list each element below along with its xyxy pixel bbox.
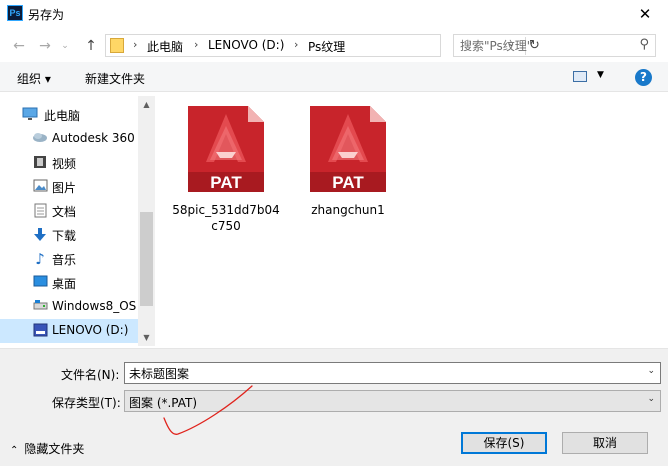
help-icon[interactable]: ? xyxy=(635,69,652,86)
nav-item-downloads[interactable]: 下载 xyxy=(0,223,138,247)
filetype-value: 图案 (*.PAT) xyxy=(129,396,198,410)
pat-badge: PAT xyxy=(210,173,242,192)
filename-input[interactable] xyxy=(125,363,635,383)
desktop-icon xyxy=(32,275,48,291)
nav-item-windows8-os[interactable]: Windows8_OS xyxy=(0,295,138,319)
computer-icon xyxy=(22,107,38,123)
forward-button[interactable]: → xyxy=(35,36,55,56)
file-name: zhangchun1 xyxy=(311,203,385,217)
chevron-down-icon[interactable]: ⌄ xyxy=(647,366,655,376)
photoshop-app-icon: Ps xyxy=(7,5,23,21)
music-icon: ♪ xyxy=(35,250,45,268)
nav-item-lenovo-d[interactable]: LENOVO (D:) xyxy=(0,319,138,343)
nav-item-label: 桌面 xyxy=(52,277,77,291)
scrollbar-thumb[interactable] xyxy=(140,212,153,306)
breadcrumb-separator[interactable]: › xyxy=(133,38,137,51)
cancel-button[interactable]: 取消 xyxy=(562,432,648,454)
breadcrumb-this-pc[interactable]: 此电脑 xyxy=(147,38,183,55)
address-row: ← → ⌄ ↑ › 此电脑 › LENOVO (D:) › Ps纹理 ⌄ ↻ ⚲ xyxy=(0,30,668,62)
cloud-icon xyxy=(32,131,48,147)
title-bar: Ps 另存为 ✕ xyxy=(0,0,668,30)
save-button[interactable]: 保存(S) xyxy=(461,432,547,454)
nav-item-this-pc[interactable]: 此电脑 xyxy=(0,103,138,127)
nav-item-documents[interactable]: 文档 xyxy=(0,199,138,223)
chevron-up-icon: ⌃ xyxy=(10,445,19,456)
file-item[interactable]: PAT 58pic_531dd7b04c750 xyxy=(171,104,281,234)
filename-label: 文件名(N): xyxy=(61,368,120,382)
scroll-down-icon[interactable]: ▼ xyxy=(138,329,155,346)
nav-item-label: Windows8_OS xyxy=(52,299,137,313)
command-bar: 组织 ▾ 新建文件夹 ▼ ? xyxy=(0,62,668,92)
pat-file-icon: PAT xyxy=(308,104,388,194)
search-icon[interactable]: ⚲ xyxy=(639,37,649,52)
view-dropdown-icon[interactable]: ▼ xyxy=(597,70,604,80)
filetype-select[interactable]: 图案 (*.PAT) ⌄ xyxy=(124,390,661,412)
scroll-up-icon[interactable]: ▲ xyxy=(138,96,155,113)
filename-field[interactable]: ⌄ xyxy=(124,362,661,384)
breadcrumb-lenovo-drive[interactable]: LENOVO (D:) xyxy=(208,38,284,52)
pat-badge: PAT xyxy=(332,173,364,192)
search-input[interactable] xyxy=(454,35,629,56)
breadcrumb-separator[interactable]: › xyxy=(194,38,198,51)
nav-item-label: 图片 xyxy=(52,181,77,195)
close-button[interactable]: ✕ xyxy=(622,0,668,30)
nav-item-label: 视频 xyxy=(52,157,77,171)
hide-folders-toggle[interactable]: ⌃ 隐藏文件夹 xyxy=(10,440,84,457)
nav-item-label: Autodesk 360 xyxy=(52,131,135,145)
breadcrumb-separator[interactable]: › xyxy=(294,38,298,51)
navigation-pane: 此电脑 Autodesk 360 视频 图片 文档 下载 ♪ 音乐 桌面 Win… xyxy=(0,96,156,346)
nav-scrollbar[interactable]: ▲ ▼ xyxy=(138,96,155,346)
nav-item-label: 此电脑 xyxy=(44,109,81,123)
hide-folders-label: 隐藏文件夹 xyxy=(24,442,85,456)
organize-menu[interactable]: 组织 ▾ xyxy=(17,70,51,87)
folder-icon xyxy=(110,38,124,53)
drive-icon xyxy=(32,299,48,315)
back-button[interactable]: ← xyxy=(9,36,29,56)
chevron-down-icon[interactable]: ⌄ xyxy=(647,394,655,404)
filetype-label: 保存类型(T): xyxy=(52,396,121,410)
file-name: 58pic_531dd7b04c750 xyxy=(172,203,280,233)
save-form: 文件名(N): ⌄ 保存类型(T): 图案 (*.PAT) ⌄ ⌃ 隐藏文件夹 保… xyxy=(0,348,668,466)
up-button[interactable]: ↑ xyxy=(81,36,101,56)
nav-item-autodesk-360[interactable]: Autodesk 360 xyxy=(0,127,138,151)
nav-item-videos[interactable]: 视频 xyxy=(0,151,138,175)
pat-file-icon: PAT xyxy=(186,104,266,194)
document-icon xyxy=(32,203,48,219)
nav-item-label: 文档 xyxy=(52,205,77,219)
nav-item-pictures[interactable]: 图片 xyxy=(0,175,138,199)
file-item[interactable]: PAT zhangchun1 xyxy=(293,104,403,218)
window-title: 另存为 xyxy=(28,8,65,22)
nav-item-desktop[interactable]: 桌面 xyxy=(0,271,138,295)
new-folder-button[interactable]: 新建文件夹 xyxy=(85,70,145,87)
view-options-icon[interactable] xyxy=(573,71,587,82)
search-box[interactable]: ⚲ xyxy=(453,34,656,57)
address-bar[interactable]: › 此电脑 › LENOVO (D:) › Ps纹理 ⌄ ↻ xyxy=(105,34,540,57)
breadcrumb-ps-textures[interactable]: Ps纹理 xyxy=(308,38,345,55)
recent-locations-chevron-icon[interactable]: ⌄ xyxy=(55,36,75,56)
drive-icon xyxy=(32,323,48,339)
nav-item-label: 下载 xyxy=(52,229,77,243)
download-icon xyxy=(32,227,48,243)
nav-item-music[interactable]: ♪ 音乐 xyxy=(0,247,138,271)
picture-icon xyxy=(32,179,48,195)
nav-item-label: 音乐 xyxy=(52,253,77,267)
video-icon xyxy=(32,155,48,171)
file-list: PAT 58pic_531dd7b04c750 PAT zhangchun1 xyxy=(158,96,668,346)
nav-item-label: LENOVO (D:) xyxy=(52,323,129,337)
